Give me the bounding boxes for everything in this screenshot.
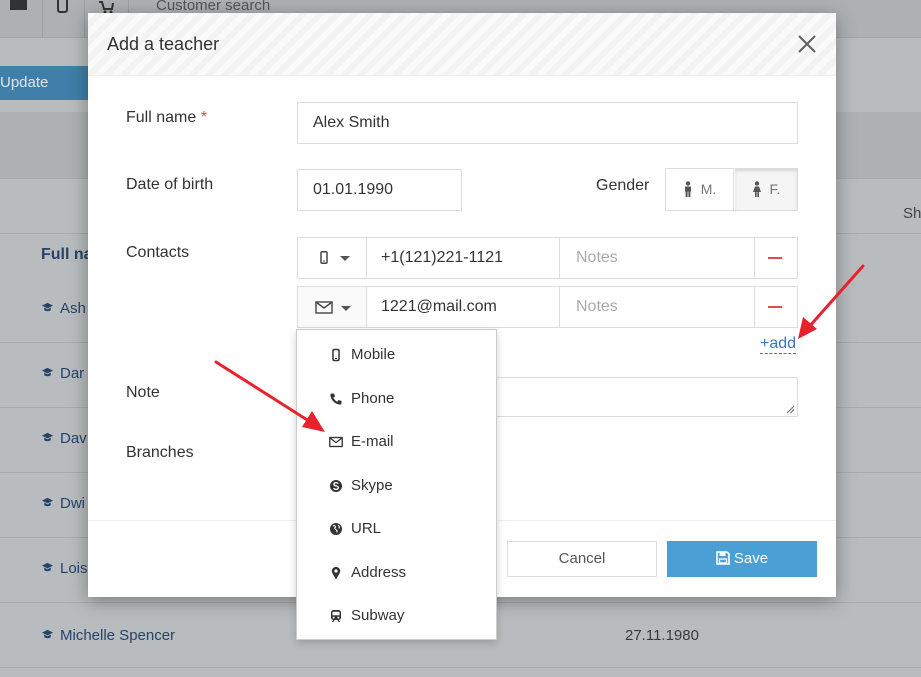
dropdown-item-phone[interactable]: Phone (297, 384, 496, 414)
branches-label: Branches (126, 444, 194, 461)
contact-row: +1(121)221-1121 Notes (297, 237, 798, 279)
dropdown-item-skype[interactable]: Skype (297, 471, 496, 501)
row-name[interactable]: Michelle Spencer (41, 627, 175, 644)
graduation-cap-icon (41, 432, 54, 442)
gender-label: Gender (596, 177, 650, 194)
mobile-icon[interactable] (55, 0, 75, 20)
female-icon (752, 181, 761, 197)
contact-notes-input[interactable]: Notes (561, 238, 755, 278)
floppy-disk-icon (716, 551, 730, 565)
contact-value-input[interactable]: +1(121)221-1121 (368, 238, 560, 278)
row-date: 27.11.1980 (625, 627, 699, 644)
skype-icon (330, 480, 342, 492)
envelope-icon[interactable] (9, 0, 29, 20)
resize-handle-icon[interactable] (786, 405, 795, 414)
save-button[interactable]: Save (667, 541, 817, 577)
dropdown-item-mobile[interactable]: Mobile (297, 340, 496, 370)
add-contact-link[interactable]: +add (760, 335, 797, 354)
chevron-down-icon (340, 256, 350, 261)
note-textarea[interactable] (488, 377, 798, 417)
cancel-button[interactable]: Cancel (507, 541, 657, 577)
dropdown-item-email[interactable]: E-mail (297, 427, 496, 457)
dropdown-item-address[interactable]: Address (297, 558, 496, 588)
minus-icon (768, 257, 782, 259)
row-name[interactable]: Lois (41, 560, 88, 577)
graduation-cap-icon (41, 497, 54, 507)
contact-value-input[interactable]: 1221@mail.com (368, 287, 560, 327)
contact-type-select[interactable] (298, 238, 367, 278)
dropdown-item-subway[interactable]: Subway (297, 601, 496, 631)
email-icon (329, 436, 343, 448)
contact-type-dropdown: Mobile Phone E-mail Skype URL Address Su… (296, 329, 497, 640)
full-name-label: Full name * (126, 109, 207, 126)
date-of-birth-label: Date of birth (126, 176, 214, 193)
dialog-title: Add a teacher (107, 34, 220, 54)
male-icon (684, 181, 691, 197)
close-icon[interactable] (796, 33, 818, 55)
graduation-cap-icon (41, 629, 54, 639)
contact-row: 1221@mail.com Notes (297, 286, 798, 328)
row-name[interactable]: Dar (41, 365, 84, 382)
gender-toggle: M. F. (665, 168, 798, 211)
contact-type-select[interactable] (298, 287, 367, 327)
mobile-icon (332, 348, 340, 362)
required-mark: * (200, 109, 207, 126)
globe-icon (330, 523, 342, 535)
full-name-input[interactable]: Alex Smith (297, 102, 798, 144)
subway-icon (331, 610, 341, 623)
contacts-label: Contacts (126, 244, 190, 261)
column-header-full-name[interactable]: Full na (41, 246, 93, 264)
row-name[interactable]: Ash (41, 300, 86, 317)
graduation-cap-icon (41, 367, 54, 377)
row-name[interactable]: Dav (41, 430, 87, 447)
date-of-birth-input[interactable]: 01.01.1990 (297, 169, 462, 211)
chevron-down-icon (341, 306, 351, 311)
update-button[interactable]: Update (0, 66, 88, 100)
mobile-icon (320, 251, 328, 264)
graduation-cap-icon (41, 562, 54, 572)
row-name[interactable]: Dwi (41, 495, 85, 512)
note-label: Note (126, 384, 160, 401)
gender-female-button[interactable]: F. (735, 169, 797, 210)
map-marker-icon (331, 566, 341, 580)
graduation-cap-icon (41, 302, 54, 312)
remove-contact-button[interactable] (754, 287, 797, 327)
contact-notes-input[interactable]: Notes (561, 287, 755, 327)
remove-contact-button[interactable] (754, 238, 797, 278)
phone-icon (330, 393, 342, 405)
email-icon (315, 301, 333, 314)
gender-male-button[interactable]: M. (666, 169, 734, 210)
minus-icon (768, 306, 782, 308)
background-column-fragment: Sh (903, 205, 921, 222)
dialog-header: Add a teacher (88, 13, 836, 76)
dropdown-item-url[interactable]: URL (297, 514, 496, 544)
customer-search-field[interactable]: Customer search (156, 0, 270, 14)
